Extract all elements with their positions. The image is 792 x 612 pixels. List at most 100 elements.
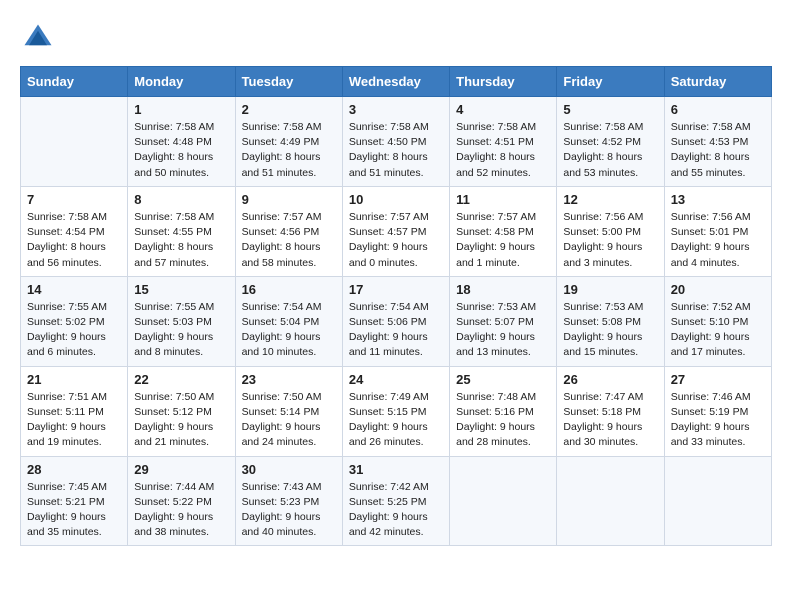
- sunset-text: Sunset: 5:19 PM: [671, 405, 765, 420]
- sunrise-text: Sunrise: 7:50 AM: [242, 390, 336, 405]
- sunrise-text: Sunrise: 7:53 AM: [456, 300, 550, 315]
- sunrise-text: Sunrise: 7:58 AM: [27, 210, 121, 225]
- sunrise-text: Sunrise: 7:48 AM: [456, 390, 550, 405]
- day-info: Sunrise: 7:58 AMSunset: 4:53 PMDaylight:…: [671, 120, 765, 181]
- calendar-week-row: 21Sunrise: 7:51 AMSunset: 5:11 PMDayligh…: [21, 366, 772, 456]
- sunset-text: Sunset: 5:25 PM: [349, 495, 443, 510]
- calendar-cell: 19 Sunrise: 7:53 AMSunset: 5:08 PMDayligh…: [557, 276, 664, 366]
- daylight-text: Daylight: 9 hours and 40 minutes.: [242, 510, 336, 540]
- day-number: 14: [27, 282, 121, 297]
- day-info: Sunrise: 7:58 AMSunset: 4:48 PMDaylight:…: [134, 120, 228, 181]
- sunset-text: Sunset: 5:12 PM: [134, 405, 228, 420]
- header: [20, 20, 772, 56]
- logo-icon: [20, 20, 56, 56]
- calendar-cell: 4Sunrise: 7:58 AMSunset: 4:51 PMDaylight…: [450, 97, 557, 187]
- day-info: Sunrise: 7:58 AMSunset: 4:51 PMDaylight:…: [456, 120, 550, 181]
- calendar-week-row: 1 Sunrise: 7:58 AMSunset: 4:48 PMDaylight…: [21, 97, 772, 187]
- sunset-text: Sunset: 5:04 PM: [242, 315, 336, 330]
- daylight-text: Daylight: 8 hours and 56 minutes.: [27, 240, 121, 270]
- calendar-cell: 29Sunrise: 7:44 AMSunset: 5:22 PMDayligh…: [128, 456, 235, 546]
- day-info: Sunrise: 7:58 AMSunset: 4:49 PMDaylight:…: [242, 120, 336, 181]
- sunset-text: Sunset: 5:16 PM: [456, 405, 550, 420]
- day-number: 6: [671, 102, 765, 117]
- daylight-text: Daylight: 9 hours and 21 minutes.: [134, 420, 228, 450]
- daylight-text: Daylight: 8 hours and 50 minutes.: [134, 150, 228, 180]
- calendar-cell: 15Sunrise: 7:55 AMSunset: 5:03 PMDayligh…: [128, 276, 235, 366]
- calendar-cell: 11Sunrise: 7:57 AMSunset: 4:58 PMDayligh…: [450, 186, 557, 276]
- sunset-text: Sunset: 4:56 PM: [242, 225, 336, 240]
- sunrise-text: Sunrise: 7:50 AM: [134, 390, 228, 405]
- day-number: 26: [563, 372, 657, 387]
- sunrise-text: Sunrise: 7:58 AM: [242, 120, 336, 135]
- day-number: 24: [349, 372, 443, 387]
- calendar-cell: 6 Sunrise: 7:58 AMSunset: 4:53 PMDaylight…: [664, 97, 771, 187]
- sunrise-text: Sunrise: 7:54 AM: [349, 300, 443, 315]
- day-info: Sunrise: 7:42 AMSunset: 5:25 PMDaylight:…: [349, 480, 443, 541]
- sunset-text: Sunset: 4:58 PM: [456, 225, 550, 240]
- sunset-text: Sunset: 5:08 PM: [563, 315, 657, 330]
- calendar-cell: 5 Sunrise: 7:58 AMSunset: 4:52 PMDaylight…: [557, 97, 664, 187]
- day-info: Sunrise: 7:47 AMSunset: 5:18 PMDaylight:…: [563, 390, 657, 451]
- daylight-text: Daylight: 8 hours and 51 minutes.: [349, 150, 443, 180]
- day-info: Sunrise: 7:52 AMSunset: 5:10 PMDaylight:…: [671, 300, 765, 361]
- day-number: 2: [242, 102, 336, 117]
- sunrise-text: Sunrise: 7:58 AM: [671, 120, 765, 135]
- day-info: Sunrise: 7:53 AMSunset: 5:08 PMDaylight:…: [563, 300, 657, 361]
- weekday-header-friday: Friday: [557, 67, 664, 97]
- day-number: 5: [563, 102, 657, 117]
- day-info: Sunrise: 7:54 AMSunset: 5:06 PMDaylight:…: [349, 300, 443, 361]
- day-info: Sunrise: 7:50 AMSunset: 5:14 PMDaylight:…: [242, 390, 336, 451]
- day-number: 22: [134, 372, 228, 387]
- calendar-cell: 18 Sunrise: 7:53 AMSunset: 5:07 PMDayligh…: [450, 276, 557, 366]
- sunset-text: Sunset: 4:55 PM: [134, 225, 228, 240]
- calendar-cell: 21Sunrise: 7:51 AMSunset: 5:11 PMDayligh…: [21, 366, 128, 456]
- day-info: Sunrise: 7:54 AMSunset: 5:04 PMDaylight:…: [242, 300, 336, 361]
- day-number: 19: [563, 282, 657, 297]
- day-number: 18: [456, 282, 550, 297]
- sunset-text: Sunset: 4:54 PM: [27, 225, 121, 240]
- sunset-text: Sunset: 5:07 PM: [456, 315, 550, 330]
- sunset-text: Sunset: 5:01 PM: [671, 225, 765, 240]
- daylight-text: Daylight: 8 hours and 51 minutes.: [242, 150, 336, 180]
- daylight-text: Daylight: 9 hours and 13 minutes.: [456, 330, 550, 360]
- sunset-text: Sunset: 4:51 PM: [456, 135, 550, 150]
- logo: [20, 20, 62, 56]
- sunrise-text: Sunrise: 7:58 AM: [563, 120, 657, 135]
- calendar-week-row: 14Sunrise: 7:55 AMSunset: 5:02 PMDayligh…: [21, 276, 772, 366]
- day-number: 25: [456, 372, 550, 387]
- daylight-text: Daylight: 9 hours and 15 minutes.: [563, 330, 657, 360]
- calendar-cell: 27Sunrise: 7:46 AMSunset: 5:19 PMDayligh…: [664, 366, 771, 456]
- day-info: Sunrise: 7:58 AMSunset: 4:52 PMDaylight:…: [563, 120, 657, 181]
- day-number: 15: [134, 282, 228, 297]
- sunrise-text: Sunrise: 7:57 AM: [242, 210, 336, 225]
- day-info: Sunrise: 7:58 AMSunset: 4:50 PMDaylight:…: [349, 120, 443, 181]
- sunrise-text: Sunrise: 7:46 AM: [671, 390, 765, 405]
- daylight-text: Daylight: 9 hours and 26 minutes.: [349, 420, 443, 450]
- daylight-text: Daylight: 9 hours and 33 minutes.: [671, 420, 765, 450]
- day-info: Sunrise: 7:46 AMSunset: 5:19 PMDaylight:…: [671, 390, 765, 451]
- calendar-cell: 10Sunrise: 7:57 AMSunset: 4:57 PMDayligh…: [342, 186, 449, 276]
- sunrise-text: Sunrise: 7:58 AM: [456, 120, 550, 135]
- daylight-text: Daylight: 9 hours and 28 minutes.: [456, 420, 550, 450]
- day-number: 1: [134, 102, 228, 117]
- sunset-text: Sunset: 5:10 PM: [671, 315, 765, 330]
- weekday-header-saturday: Saturday: [664, 67, 771, 97]
- sunrise-text: Sunrise: 7:58 AM: [134, 120, 228, 135]
- sunset-text: Sunset: 4:53 PM: [671, 135, 765, 150]
- daylight-text: Daylight: 8 hours and 55 minutes.: [671, 150, 765, 180]
- day-info: Sunrise: 7:58 AMSunset: 4:55 PMDaylight:…: [134, 210, 228, 271]
- day-info: Sunrise: 7:51 AMSunset: 5:11 PMDaylight:…: [27, 390, 121, 451]
- daylight-text: Daylight: 9 hours and 35 minutes.: [27, 510, 121, 540]
- weekday-header-thursday: Thursday: [450, 67, 557, 97]
- daylight-text: Daylight: 9 hours and 10 minutes.: [242, 330, 336, 360]
- day-info: Sunrise: 7:49 AMSunset: 5:15 PMDaylight:…: [349, 390, 443, 451]
- sunset-text: Sunset: 4:52 PM: [563, 135, 657, 150]
- daylight-text: Daylight: 9 hours and 3 minutes.: [563, 240, 657, 270]
- day-number: 23: [242, 372, 336, 387]
- calendar-week-row: 28Sunrise: 7:45 AMSunset: 5:21 PMDayligh…: [21, 456, 772, 546]
- weekday-header-row: SundayMondayTuesdayWednesdayThursdayFrid…: [21, 67, 772, 97]
- day-number: 31: [349, 462, 443, 477]
- daylight-text: Daylight: 8 hours and 57 minutes.: [134, 240, 228, 270]
- calendar-cell: 9Sunrise: 7:57 AMSunset: 4:56 PMDaylight…: [235, 186, 342, 276]
- day-number: 20: [671, 282, 765, 297]
